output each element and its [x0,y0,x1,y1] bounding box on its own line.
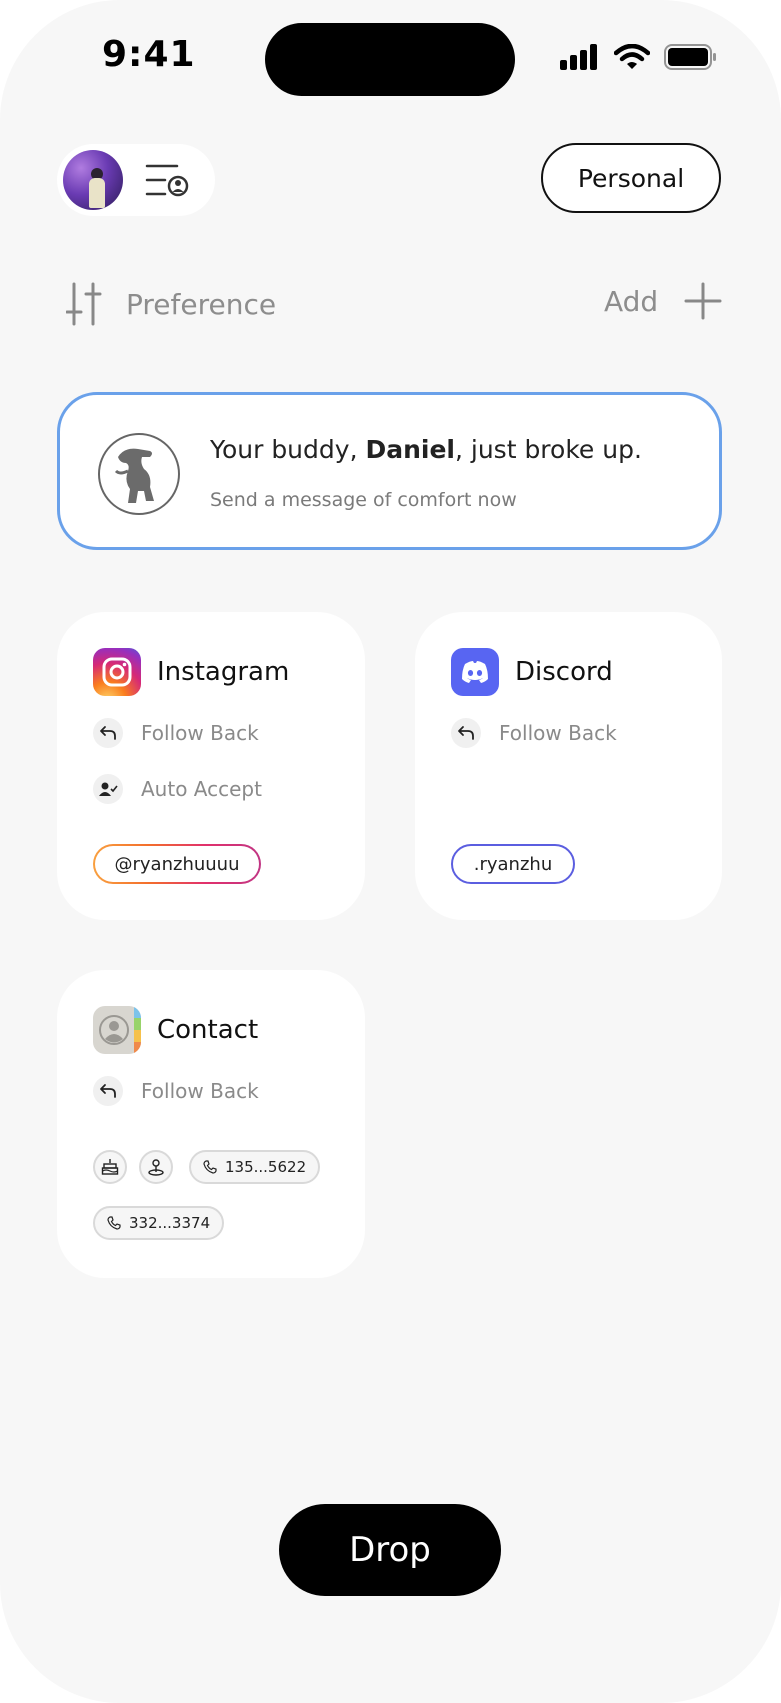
contact-card[interactable]: Contact Follow Back 135...5622 332...337… [57,970,365,1278]
follow-back-option[interactable]: Follow Back [93,1076,259,1106]
reply-arrow-icon [93,1076,123,1106]
contact-title: Contact [157,1015,259,1045]
instagram-icon [93,648,141,696]
auto-accept-label: Auto Accept [141,777,262,801]
phone-icon [107,1216,121,1230]
phone-icon [203,1160,217,1174]
drop-button[interactable]: Drop [279,1504,501,1596]
follow-back-label: Follow Back [141,721,259,745]
buddy-notification[interactable]: Your buddy, Daniel, just broke up. Send … [57,392,722,550]
add-label: Add [604,284,659,318]
preference-button[interactable]: Preference [66,282,276,326]
notification-title: Your buddy, Daniel, just broke up. [210,435,642,464]
cake-icon [101,1159,119,1175]
phone-chip[interactable]: 332...3374 [93,1206,225,1240]
phone-chip[interactable]: 135...5622 [189,1150,321,1184]
phone-screen: 9:41 Personal Preference Add Your buddy,… [0,0,781,1703]
cellular-signal-icon [560,44,597,70]
birthday-chip[interactable] [93,1150,127,1184]
preference-label: Preference [126,287,277,321]
discord-card[interactable]: Discord Follow Back .ryanzhu [415,612,722,920]
personal-mode-button[interactable]: Personal [541,143,721,213]
battery-icon [664,44,716,70]
sliders-icon [66,282,102,326]
buddy-name: Daniel [365,435,455,464]
instagram-title: Instagram [157,657,290,687]
reply-arrow-icon [93,718,123,748]
plus-icon [684,282,722,320]
dynamic-island [265,23,515,96]
contacts-app-icon [93,1006,141,1054]
status-icons [560,44,718,70]
location-chip[interactable] [139,1150,173,1184]
user-check-icon [93,774,123,804]
avatar[interactable] [63,150,123,210]
follow-back-label: Follow Back [499,721,617,745]
discord-handle[interactable]: .ryanzhu [451,844,575,884]
location-pin-icon [148,1159,164,1176]
follow-back-option[interactable]: Follow Back [451,718,617,748]
instagram-card[interactable]: Instagram Follow Back Auto Accept @ryanz… [57,612,365,920]
dinosaur-icon [114,448,154,503]
follow-back-option[interactable]: Follow Back [93,718,259,748]
auto-accept-option[interactable]: Auto Accept [93,774,262,804]
discord-title: Discord [515,657,613,687]
profile-pill[interactable] [57,144,215,216]
follow-back-label: Follow Back [141,1079,259,1103]
instagram-handle[interactable]: @ryanzhuuuu [93,844,261,884]
notification-subtitle: Send a message of comfort now [210,489,517,511]
add-button[interactable]: Add [604,282,722,320]
discord-icon [451,648,499,696]
status-time: 9:41 [102,34,196,75]
wifi-icon [614,44,650,69]
dinosaur-avatar [98,433,180,515]
contacts-menu-icon[interactable] [145,162,189,198]
reply-arrow-icon [451,718,481,748]
